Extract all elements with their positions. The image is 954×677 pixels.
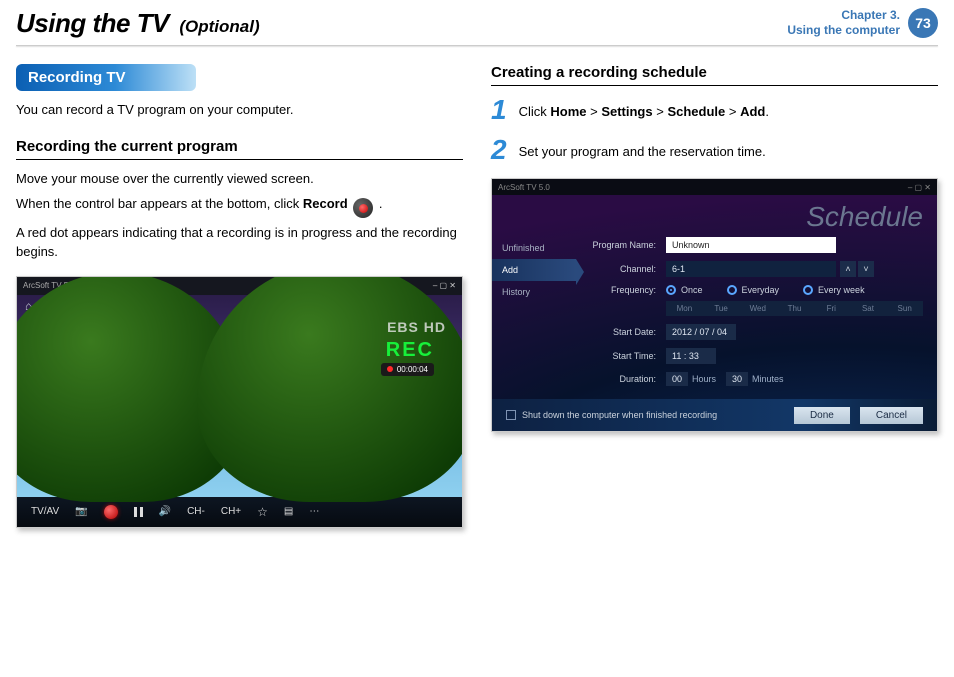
sched-app-title: ArcSoft TV 5.0 — [498, 183, 550, 192]
chapter-line1: Chapter 3. — [787, 8, 900, 23]
intro-text: You can record a TV program on your comp… — [16, 101, 463, 120]
start-time-label: Start Time: — [576, 351, 666, 361]
duration-label: Duration: — [576, 374, 666, 384]
channel-down-button[interactable]: CH- — [187, 506, 205, 517]
day-mon[interactable]: Mon — [666, 301, 703, 316]
day-sun[interactable]: Sun — [886, 301, 923, 316]
tv-scene: ⌂ EBS HD REC 00:00:04 — [17, 295, 462, 497]
more-icon[interactable]: ⋯ — [309, 506, 320, 517]
source-label[interactable]: TV/AV — [31, 506, 59, 517]
channel-stepper[interactable]: ˄ ˅ — [840, 261, 874, 277]
subhead-current-program: Recording the current program — [16, 138, 463, 160]
chevron-down-icon[interactable]: ˅ — [858, 261, 874, 277]
page-number-badge: 73 — [908, 8, 938, 38]
start-date-label: Start Date: — [576, 327, 666, 337]
step-1-body: Click Home > Settings > Schedule > Add. — [519, 96, 769, 124]
shutdown-label: Shut down the computer when finished rec… — [522, 410, 717, 420]
channel-label: Channel: — [576, 264, 666, 274]
step-1-number: 1 — [491, 96, 507, 124]
chevron-up-icon[interactable]: ˄ — [840, 261, 856, 277]
record-icon — [353, 198, 373, 218]
pause-button[interactable] — [134, 507, 143, 517]
section-pill-recording: Recording TV — [16, 64, 196, 91]
volume-icon[interactable]: 🔊 — [159, 506, 171, 517]
p2c: . — [379, 196, 383, 211]
p2a: When the control bar appears at the bott… — [16, 196, 303, 211]
hours-unit: Hours — [692, 374, 716, 384]
rec-timer: 00:00:04 — [381, 363, 434, 376]
title-subtitle: (Optional) — [179, 17, 259, 36]
title-main: Using the TV — [16, 8, 169, 38]
day-tue[interactable]: Tue — [703, 301, 740, 316]
rec-indicator: REC — [386, 339, 434, 362]
minutes-unit: Minutes — [752, 374, 784, 384]
step-1: 1 Click Home > Settings > Schedule > Add… — [491, 96, 938, 124]
right-column: Creating a recording schedule 1 Click Ho… — [491, 64, 938, 528]
cancel-button[interactable]: Cancel — [860, 407, 923, 424]
days-row: Mon Tue Wed Thu Fri Sat Sun — [666, 301, 923, 316]
scene-tree-right — [197, 276, 463, 502]
freq-once-radio[interactable]: Once — [666, 285, 703, 295]
p2: When the control bar appears at the bott… — [16, 195, 463, 219]
schedule-screenshot: ArcSoft TV 5.0 – ▢ ✕ Schedule Unfinished… — [491, 178, 938, 432]
record-button[interactable] — [104, 505, 118, 519]
camera-icon[interactable]: 📷 — [75, 506, 87, 517]
start-date-input[interactable]: 2012 / 07 / 04 — [666, 324, 736, 340]
page-title: Using the TV (Optional) — [16, 8, 260, 39]
done-button[interactable]: Done — [794, 407, 850, 424]
day-wed[interactable]: Wed — [739, 301, 776, 316]
sidebar-item-add[interactable]: Add — [492, 259, 576, 281]
freq-everyweek-radio[interactable]: Every week — [803, 285, 865, 295]
day-sat[interactable]: Sat — [850, 301, 887, 316]
step-2-number: 2 — [491, 136, 507, 164]
guide-icon[interactable]: ▤ — [284, 506, 293, 517]
channel-watermark: EBS HD — [387, 319, 446, 335]
duration-hours-input[interactable]: 00 — [666, 372, 688, 386]
freq-everyday-radio[interactable]: Everyday — [727, 285, 780, 295]
day-fri[interactable]: Fri — [813, 301, 850, 316]
channel-up-button[interactable]: CH+ — [221, 506, 241, 517]
window-controls-icon: – ▢ ✕ — [433, 281, 456, 290]
shutdown-checkbox[interactable]: Shut down the computer when finished rec… — [506, 410, 717, 420]
program-name-input[interactable]: Unknown — [666, 237, 836, 253]
window-controls-icon: – ▢ ✕ — [908, 183, 931, 192]
day-thu[interactable]: Thu — [776, 301, 813, 316]
tv-recording-screenshot: ArcSoft TV 5.0 – ▢ ✕ ⌂ EBS HD REC 00:00:… — [16, 276, 463, 528]
duration-minutes-input[interactable]: 30 — [726, 372, 748, 386]
chapter-box: Chapter 3. Using the computer 73 — [787, 8, 938, 38]
record-word: Record — [303, 196, 348, 211]
p3: A red dot appears indicating that a reco… — [16, 224, 463, 262]
sidebar-item-unfinished[interactable]: Unfinished — [492, 237, 576, 259]
sched-titlebar: ArcSoft TV 5.0 – ▢ ✕ — [492, 179, 937, 195]
frequency-label: Frequency: — [576, 285, 666, 295]
sidebar-item-history[interactable]: History — [492, 281, 576, 303]
page-header: Using the TV (Optional) Chapter 3. Using… — [0, 0, 954, 43]
program-name-label: Program Name: — [576, 240, 666, 250]
step-2: 2 Set your program and the reservation t… — [491, 136, 938, 164]
chapter-line2: Using the computer — [787, 23, 900, 38]
start-time-input[interactable]: 11 : 33 — [666, 348, 716, 364]
favorite-icon[interactable]: ☆ — [257, 505, 268, 519]
schedule-footer: Shut down the computer when finished rec… — [492, 399, 937, 431]
chapter-text: Chapter 3. Using the computer — [787, 8, 900, 38]
checkbox-icon — [506, 410, 516, 420]
schedule-form: Program Name: Unknown Channel: 6-1 ˄ ˅ F… — [576, 237, 923, 394]
schedule-heading: Schedule — [806, 201, 923, 233]
step-2-body: Set your program and the reservation tim… — [519, 136, 766, 164]
schedule-sidebar: Unfinished Add History — [492, 237, 576, 394]
subhead-schedule: Creating a recording schedule — [491, 64, 938, 86]
channel-input[interactable]: 6-1 — [666, 261, 836, 277]
p1: Move your mouse over the currently viewe… — [16, 170, 463, 189]
left-column: Recording TV You can record a TV program… — [16, 64, 463, 528]
